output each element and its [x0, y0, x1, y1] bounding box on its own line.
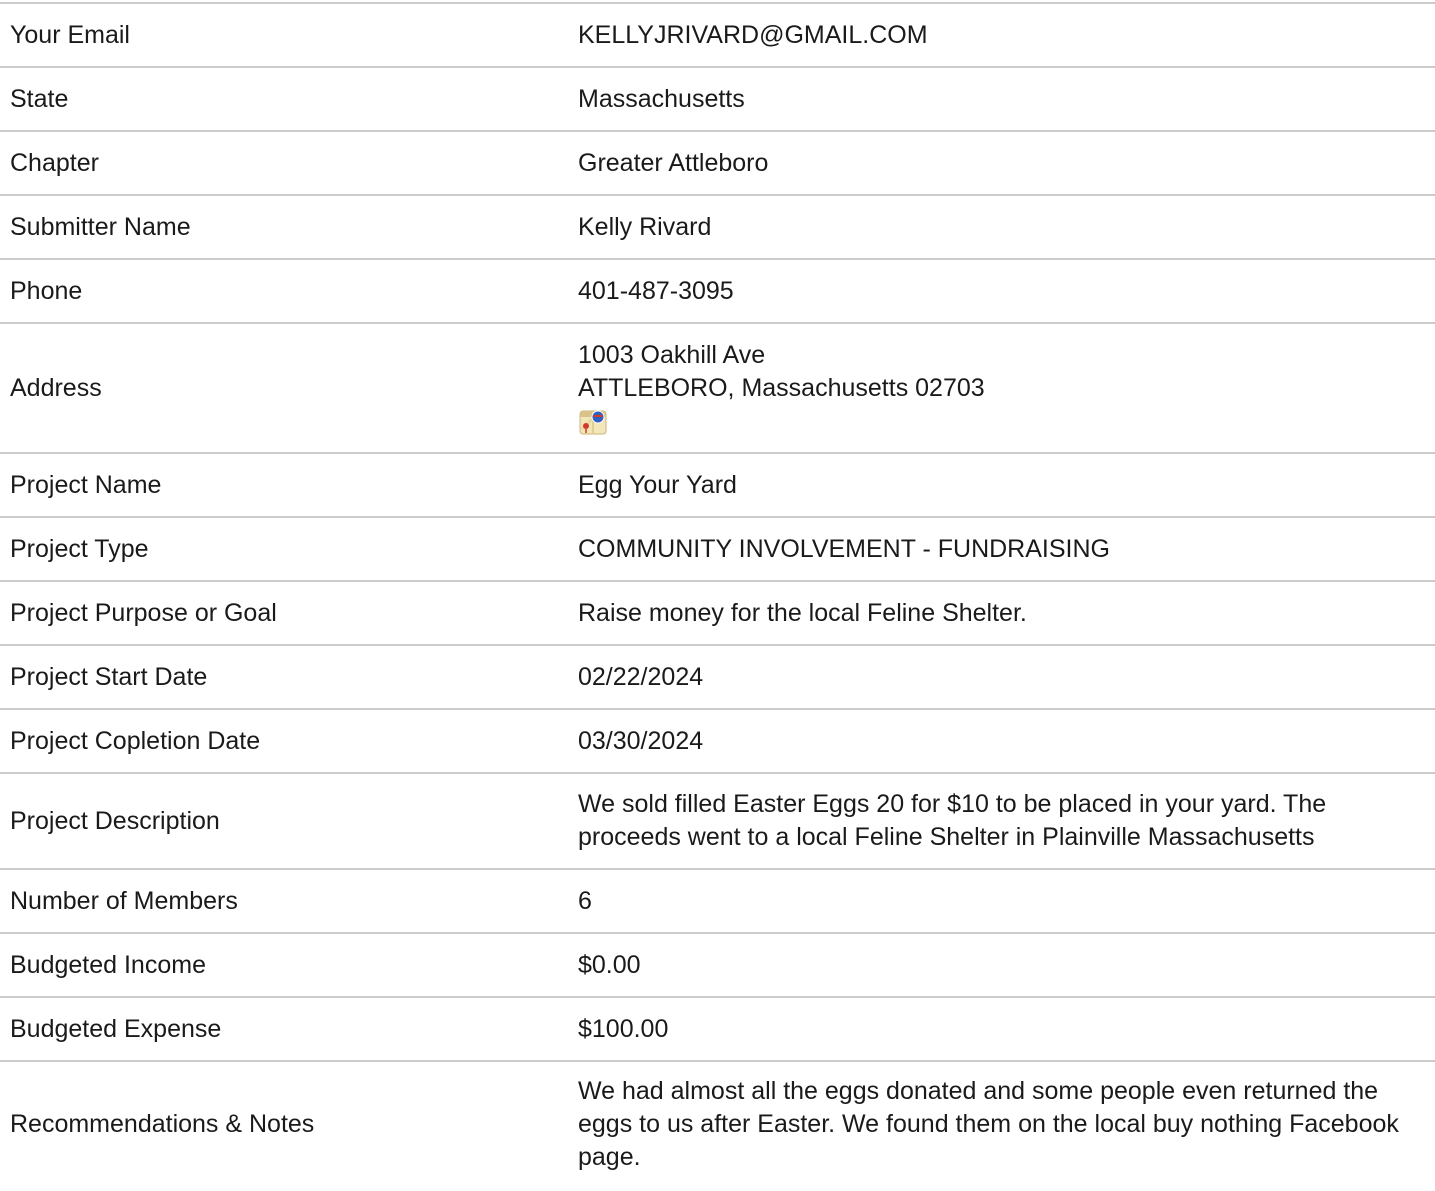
field-label: Phone [10, 276, 83, 305]
state-value: Massachusetts [578, 84, 745, 113]
field-label: Project Copletion Date [10, 726, 261, 755]
members-value: 6 [578, 886, 592, 915]
table-row-phone: Phone 401-487-3095 [0, 259, 1435, 323]
project-purpose-value: Raise money for the local Feline Shelter… [578, 598, 1027, 627]
table-row-project-type: Project Type COMMUNITY INVOLVEMENT - FUN… [0, 517, 1435, 581]
field-label: Address [10, 373, 102, 402]
table-row-budgeted-income: Budgeted Income $0.00 [0, 933, 1435, 997]
table-row-project-name: Project Name Egg Your Yard [0, 453, 1435, 517]
field-label: Your Email [10, 20, 130, 49]
table-row-address: Address 1003 Oakhill Ave ATTLEBORO, Mass… [0, 323, 1435, 453]
table-row-members: Number of Members 6 [0, 869, 1435, 933]
field-label: Budgeted Expense [10, 1014, 222, 1043]
email-value: KELLYJRIVARD@GMAIL.COM [578, 20, 928, 49]
table-row-budgeted-expense: Budgeted Expense $100.00 [0, 997, 1435, 1061]
phone-value: 401-487-3095 [578, 276, 734, 305]
field-label: Recommendations & Notes [10, 1109, 315, 1138]
project-description-value: We sold filled Easter Eggs 20 for $10 to… [578, 790, 1327, 851]
submitter-name-value: Kelly Rivard [578, 212, 712, 241]
address-value: 1003 Oakhill Ave ATTLEBORO, Massachusett… [578, 323, 1435, 453]
field-label: Chapter [10, 148, 99, 177]
chapter-value: Greater Attleboro [578, 148, 769, 177]
table-row-project-description: Project Description We sold filled Easte… [0, 773, 1435, 869]
table-row-state: State Massachusetts [0, 67, 1435, 131]
table-row-notes: Recommendations & Notes We had almost al… [0, 1061, 1435, 1186]
field-label: Submitter Name [10, 212, 191, 241]
field-label: Project Description [10, 806, 220, 835]
table-row-completion-date: Project Copletion Date 03/30/2024 [0, 709, 1435, 773]
submission-details-table: Your Email KELLYJRIVARD@GMAIL.COM State … [0, 2, 1435, 1186]
map-icon[interactable] [579, 409, 607, 435]
field-label: Project Start Date [10, 662, 208, 691]
field-label: Project Purpose or Goal [10, 598, 277, 627]
field-label: Budgeted Income [10, 950, 206, 979]
notes-value: We had almost all the eggs donated and s… [578, 1076, 1399, 1171]
table-row-start-date: Project Start Date 02/22/2024 [0, 645, 1435, 709]
table-row-chapter: Chapter Greater Attleboro [0, 131, 1435, 195]
address-line-1: 1003 Oakhill Ave [578, 340, 766, 369]
budgeted-expense-value: $100.00 [578, 1014, 669, 1043]
field-label: Number of Members [10, 886, 238, 915]
start-date-value: 02/22/2024 [578, 662, 704, 691]
field-label: Project Name [10, 470, 162, 499]
budgeted-income-value: $0.00 [578, 950, 641, 979]
completion-date-value: 03/30/2024 [578, 726, 704, 755]
address-line-2: ATTLEBORO, Massachusetts 02703 [578, 373, 985, 402]
field-label: Project Type [10, 534, 149, 563]
project-type-value: COMMUNITY INVOLVEMENT - FUNDRAISING [578, 534, 1110, 563]
table-row-project-purpose: Project Purpose or Goal Raise money for … [0, 581, 1435, 645]
field-label: State [10, 84, 69, 113]
table-row-submitter-name: Submitter Name Kelly Rivard [0, 195, 1435, 259]
table-row-email: Your Email KELLYJRIVARD@GMAIL.COM [0, 3, 1435, 67]
project-name-value: Egg Your Yard [578, 470, 737, 499]
